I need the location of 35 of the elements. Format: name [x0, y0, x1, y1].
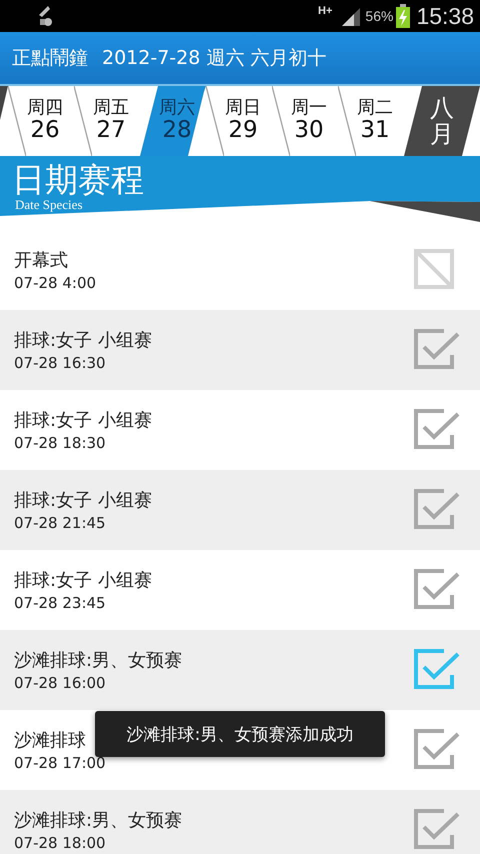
section-title: 日期赛程 [12, 162, 144, 198]
app-title: 正點鬧鐘 [12, 46, 88, 71]
clock-time: 15:38 [416, 2, 474, 30]
checkbox-icon[interactable] [414, 329, 460, 371]
event-time: 07-28 21:45 [14, 514, 106, 532]
event-title: 排球:女子 小组赛 [14, 409, 152, 432]
event-title: 开幕式 [14, 249, 68, 272]
checkbox-icon[interactable] [414, 489, 460, 531]
event-time: 07-28 16:30 [14, 354, 106, 372]
battery-percent: 56% [365, 8, 394, 24]
event-title: 沙滩排球 [14, 729, 86, 752]
checkbox-icon[interactable] [414, 729, 460, 771]
event-time: 07-28 4:00 [14, 274, 96, 292]
day-tab[interactable]: 周六 28 [140, 86, 206, 156]
month-tab[interactable]: 八月 [404, 86, 480, 156]
event-time: 07-28 23:45 [14, 594, 106, 612]
checkbox-icon[interactable] [414, 569, 460, 611]
event-title: 排球:女子 小组赛 [14, 489, 152, 512]
event-title: 沙滩排球:男、女预赛 [14, 649, 182, 672]
event-time: 07-28 18:00 [14, 834, 106, 852]
section-subtitle: Date Species [15, 198, 84, 212]
checkbox-icon[interactable] [414, 649, 460, 691]
network-type: H+ [318, 6, 332, 16]
toast-message: 沙滩排球:男、女预赛添加成功 [95, 711, 385, 757]
event-time: 07-28 16:00 [14, 674, 106, 692]
battery-charging-icon [396, 4, 410, 28]
checkbox-icon[interactable] [414, 409, 460, 451]
event-title: 沙滩排球:男、女预赛 [14, 809, 182, 832]
event-time: 07-28 17:00 [14, 754, 106, 772]
event-title: 排球:女子 小组赛 [14, 569, 152, 592]
signal-icon [340, 6, 362, 26]
checkbox-icon[interactable] [414, 809, 460, 851]
event-time: 07-28 18:30 [14, 434, 106, 452]
event-title: 排球:女子 小组赛 [14, 329, 152, 352]
current-date: 2012-7-28 週六 六月初十 [102, 46, 326, 71]
